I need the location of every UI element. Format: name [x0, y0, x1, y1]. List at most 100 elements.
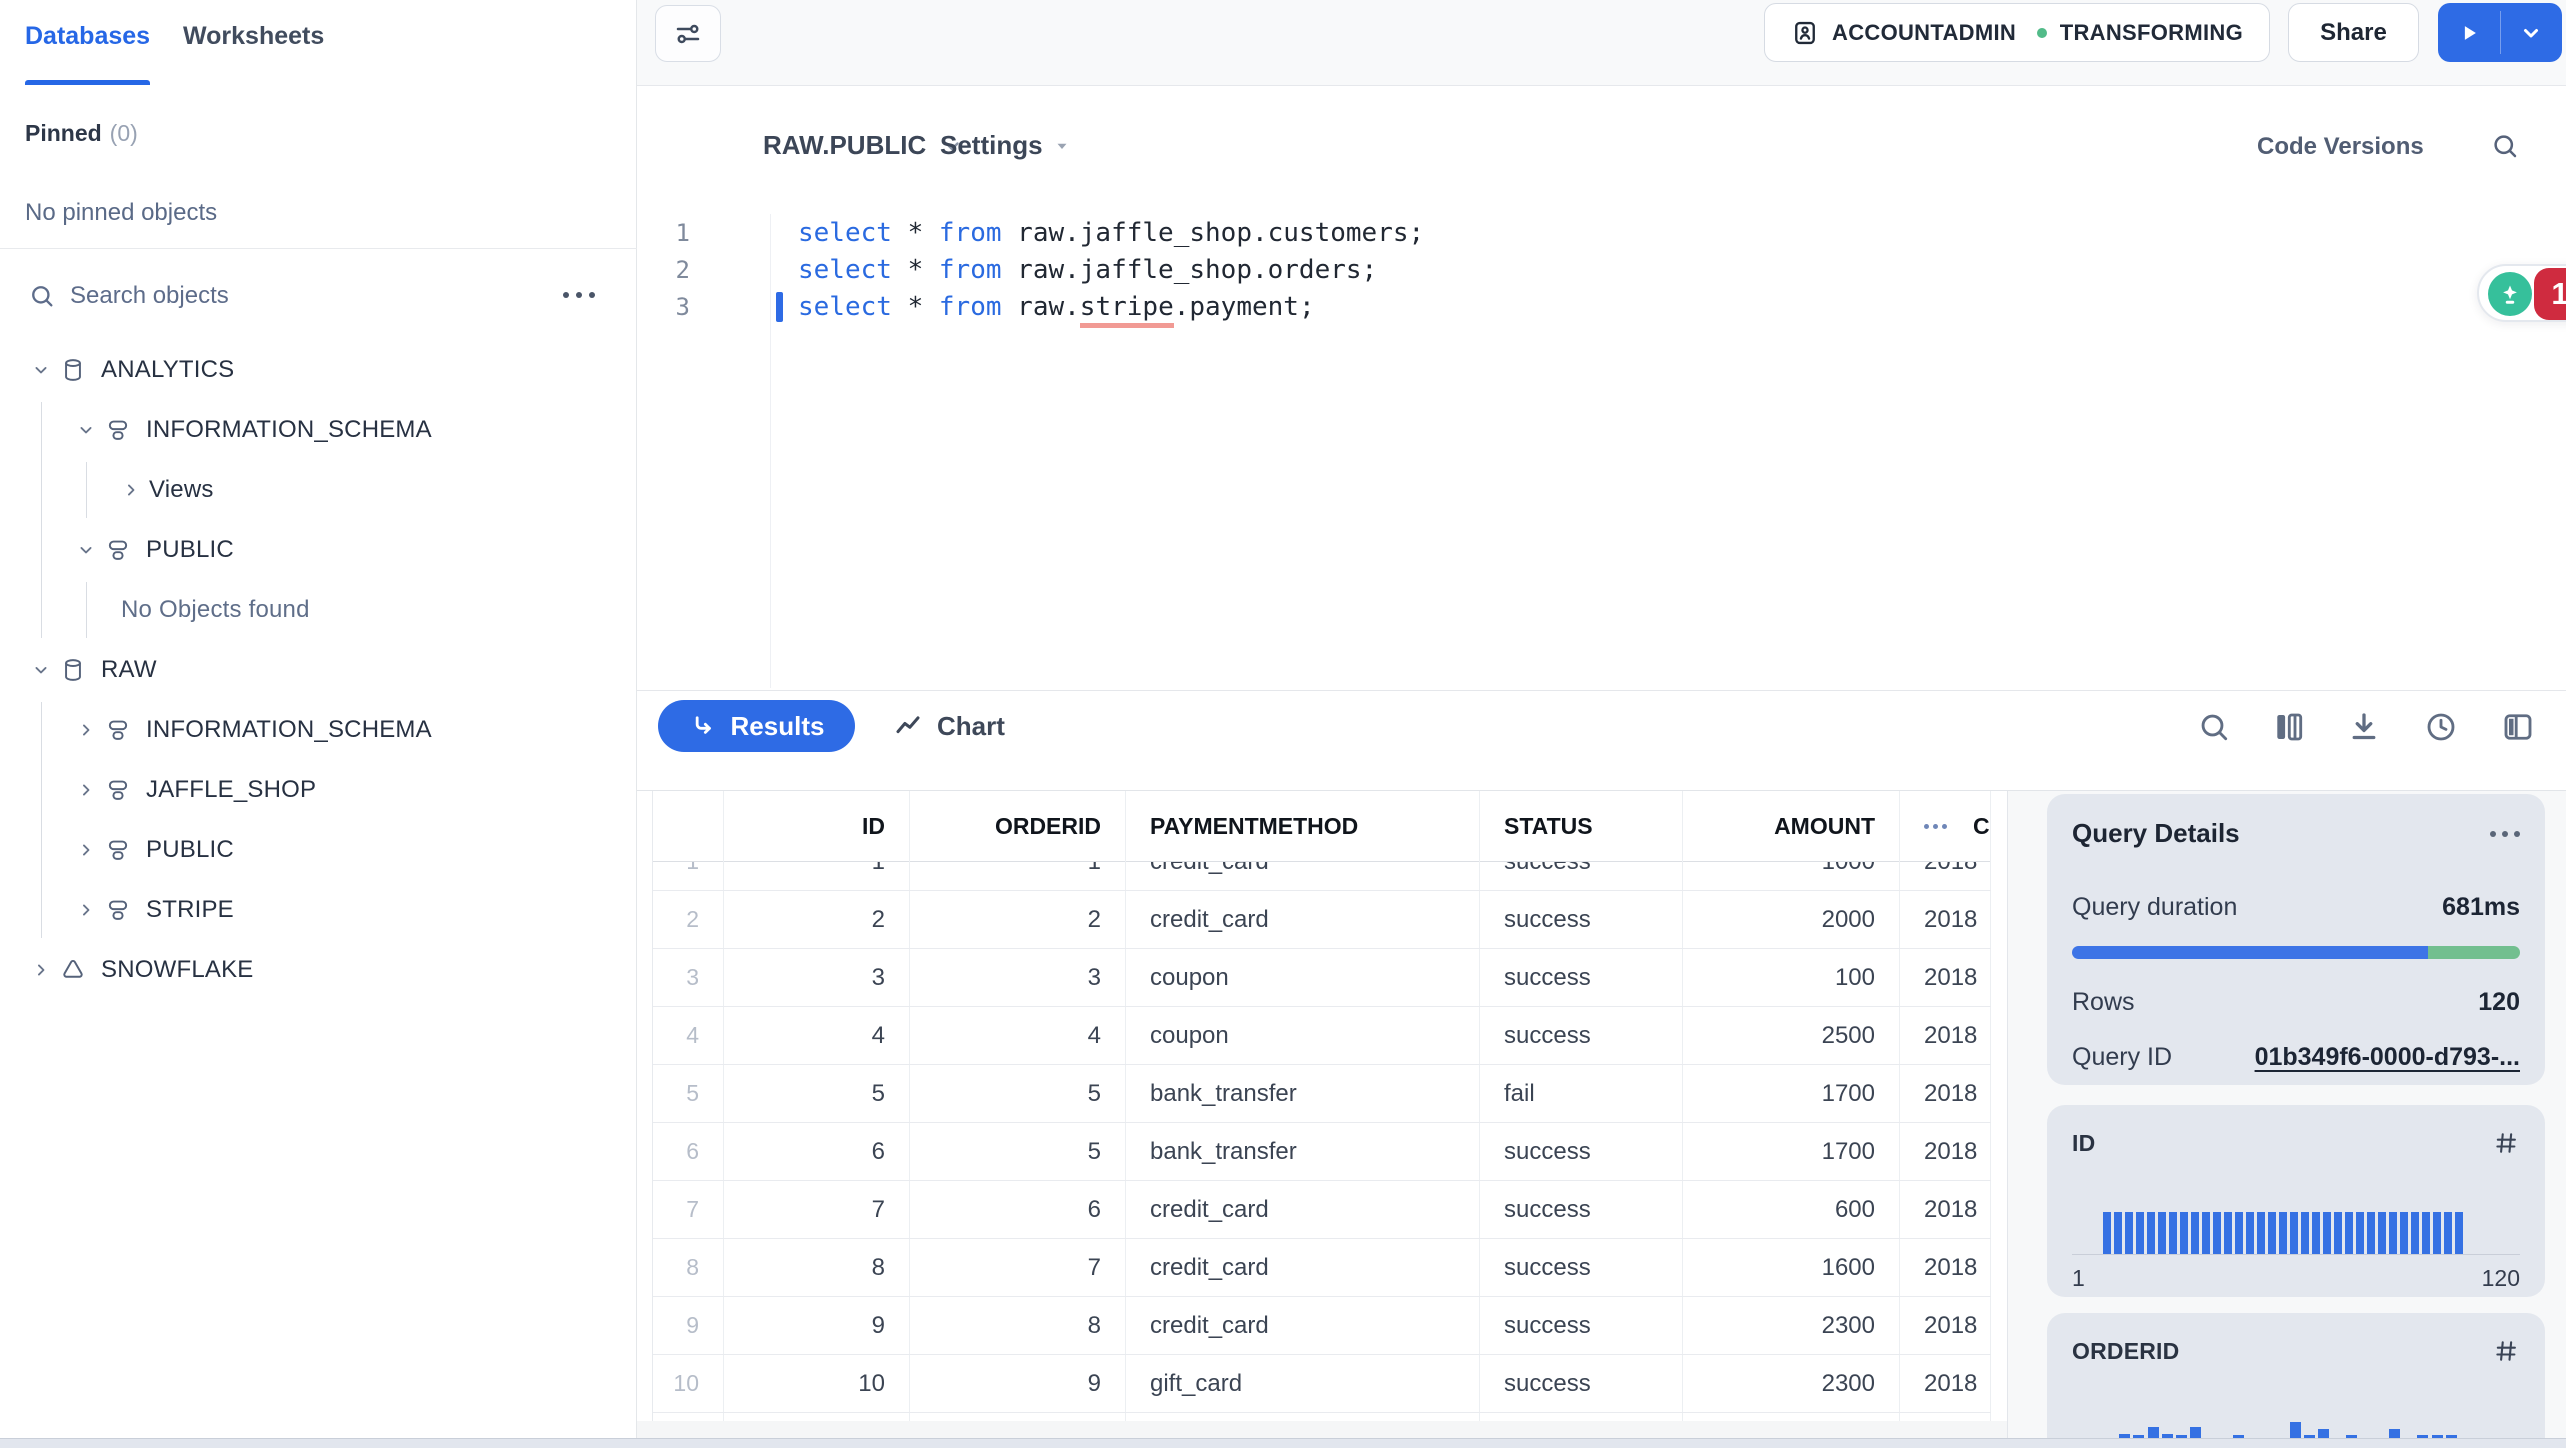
- table-cell: 2018: [1900, 1007, 1991, 1064]
- column-header-status[interactable]: STATUS: [1480, 791, 1683, 862]
- table-scrollbar-track[interactable]: [2007, 791, 2008, 1438]
- schema-icon: [104, 777, 132, 803]
- sql-editor[interactable]: 1 select * from raw.jaffle_shop.customers…: [637, 214, 2566, 690]
- tree-item-information-schema[interactable]: INFORMATION_SCHEMA: [0, 700, 637, 760]
- columns-icon[interactable]: [2271, 709, 2307, 745]
- split-panel-icon[interactable]: [2500, 709, 2536, 745]
- line-number: 2: [675, 255, 690, 284]
- chevron-right-icon[interactable]: [119, 480, 143, 500]
- histogram-bar: [2301, 1212, 2309, 1254]
- tab-results[interactable]: Results: [658, 700, 855, 752]
- table-row[interactable]: [653, 1413, 1991, 1421]
- table-cell: 7: [910, 1239, 1126, 1296]
- table-body: 111credit_cardsuccess10002018222credit_c…: [653, 833, 1991, 1421]
- chevron-right-icon[interactable]: [74, 840, 98, 860]
- table-cell: 2018: [1900, 949, 1991, 1006]
- run-button[interactable]: [2438, 3, 2500, 62]
- column-header-rownum: [653, 791, 724, 862]
- column-header-amount[interactable]: AMOUNT: [1683, 791, 1900, 862]
- chevron-down-icon[interactable]: [74, 420, 98, 440]
- tree-item-views[interactable]: Views: [0, 460, 637, 520]
- search-objects-input[interactable]: [70, 282, 490, 310]
- code-line-3[interactable]: 3 select * from raw.stripe.payment;: [637, 288, 2566, 328]
- query-id-label: Query ID: [2072, 1043, 2173, 1071]
- share-button[interactable]: Share: [2288, 3, 2419, 62]
- tree-item-stripe[interactable]: STRIPE: [0, 880, 637, 940]
- histogram-bar: [2224, 1212, 2232, 1254]
- table-footer-area: [637, 1421, 2007, 1438]
- column-header-orderid[interactable]: ORDERID: [910, 791, 1126, 862]
- copilot-suggestion-button[interactable]: 1: [2477, 264, 2566, 322]
- table-cell: bank_transfer: [1126, 1065, 1480, 1122]
- table-cell: 9: [724, 1297, 910, 1354]
- table-cell: success: [1480, 1297, 1683, 1354]
- code-versions-link[interactable]: Code Versions: [2257, 133, 2424, 161]
- column-header-paymentmethod[interactable]: PAYMENTMETHOD: [1126, 791, 1480, 862]
- table-cell: success: [1480, 1239, 1683, 1296]
- table-row[interactable]: 2 2 2 credit_card success 2000 2018: [653, 891, 1991, 949]
- run-options-button[interactable]: [2501, 3, 2563, 62]
- table-row[interactable]: 6 6 5 bank_transfer success 1700 2018: [653, 1123, 1991, 1181]
- search-options-menu[interactable]: [563, 292, 595, 298]
- query-details-menu[interactable]: [2490, 830, 2520, 837]
- settings-dropdown[interactable]: Settings: [940, 130, 1071, 161]
- chevron-down-icon[interactable]: [29, 360, 53, 380]
- tree-item-label: SNOWFLAKE: [101, 956, 254, 983]
- table-header-row: ID ORDERID PAYMENTMETHOD STATUS AMOUNT CREATE…: [653, 791, 1991, 862]
- tab-databases[interactable]: Databases: [25, 22, 150, 51]
- search-results-icon[interactable]: [2196, 709, 2232, 745]
- query-id-link[interactable]: 01b349f6-0000-d793-...: [2255, 1043, 2520, 1072]
- editor-search-icon[interactable]: [2490, 131, 2520, 161]
- tree-item-jaffle-shop[interactable]: JAFFLE_SHOP: [0, 760, 637, 820]
- column-header-id[interactable]: ID: [724, 791, 910, 862]
- history-icon[interactable]: [2423, 709, 2459, 745]
- code-line-2[interactable]: 2 select * from raw.jaffle_shop.orders;: [637, 251, 2566, 288]
- table-row[interactable]: 7 7 6 credit_card success 600 2018: [653, 1181, 1991, 1239]
- table-cell: 5: [910, 1123, 1126, 1180]
- tree-item-raw[interactable]: RAW: [0, 640, 637, 700]
- code-line-1[interactable]: 1 select * from raw.jaffle_shop.customers…: [637, 214, 2566, 251]
- tree-item-analytics[interactable]: ANALYTICS: [0, 340, 637, 400]
- table-cell: 6: [653, 1123, 724, 1180]
- tree-item-public[interactable]: PUBLIC: [0, 820, 637, 880]
- chevron-right-icon[interactable]: [74, 780, 98, 800]
- play-icon: [2458, 22, 2480, 44]
- table-cell: 10: [724, 1355, 910, 1412]
- table-row[interactable]: 3 3 3 coupon success 100 2018: [653, 949, 1991, 1007]
- tree-item-snowflake[interactable]: SNOWFLAKE: [0, 940, 637, 1000]
- histogram-bar: [2191, 1212, 2199, 1254]
- column-header-created[interactable]: CREATED: [1900, 791, 1991, 862]
- tab-worksheets[interactable]: Worksheets: [183, 22, 324, 51]
- tree-indent-guide: [86, 462, 87, 518]
- table-cell: [1126, 1413, 1480, 1421]
- column-menu-icon[interactable]: [1924, 824, 1947, 829]
- histogram-bar: [2136, 1212, 2144, 1254]
- table-row[interactable]: 8 8 7 credit_card success 1600 2018: [653, 1239, 1991, 1297]
- chevron-down-icon[interactable]: [74, 540, 98, 560]
- chevron-right-icon[interactable]: [74, 900, 98, 920]
- table-row[interactable]: 4 4 4 coupon success 2500 2018: [653, 1007, 1991, 1065]
- table-row[interactable]: 9 9 8 credit_card success 2300 2018: [653, 1297, 1991, 1355]
- tree-item-public[interactable]: PUBLIC: [0, 520, 637, 580]
- table-cell: 3: [653, 949, 724, 1006]
- table-cell: [1900, 1413, 1991, 1421]
- histogram-bar: [2246, 1212, 2254, 1254]
- chevron-down-icon: [2519, 21, 2543, 45]
- chevron-right-icon[interactable]: [74, 720, 98, 740]
- histogram-bar: [2125, 1212, 2133, 1254]
- table-row[interactable]: 10 10 9 gift_card success 2300 2018: [653, 1355, 1991, 1413]
- session-context-button[interactable]: ACCOUNTADMIN TRANSFORMING: [1764, 3, 2270, 62]
- context-selector-dropdown[interactable]: RAW.PUBLIC: [763, 130, 964, 161]
- tree-item-information-schema[interactable]: INFORMATION_SCHEMA: [0, 400, 637, 460]
- table-cell: 2018: [1900, 1239, 1991, 1296]
- histogram-bar: [2169, 1212, 2177, 1254]
- schema-icon: [104, 417, 132, 443]
- table-row[interactable]: 5 5 5 bank_transfer fail 1700 2018: [653, 1065, 1991, 1123]
- chevron-right-icon[interactable]: [29, 960, 53, 980]
- filters-button[interactable]: [655, 5, 721, 62]
- download-icon[interactable]: [2346, 709, 2382, 745]
- code-text: select * from raw.jaffle_shop.customers;: [798, 217, 1425, 248]
- tab-chart[interactable]: Chart: [893, 700, 1005, 752]
- chevron-down-icon[interactable]: [29, 660, 53, 680]
- chart-tab-label: Chart: [937, 710, 1005, 741]
